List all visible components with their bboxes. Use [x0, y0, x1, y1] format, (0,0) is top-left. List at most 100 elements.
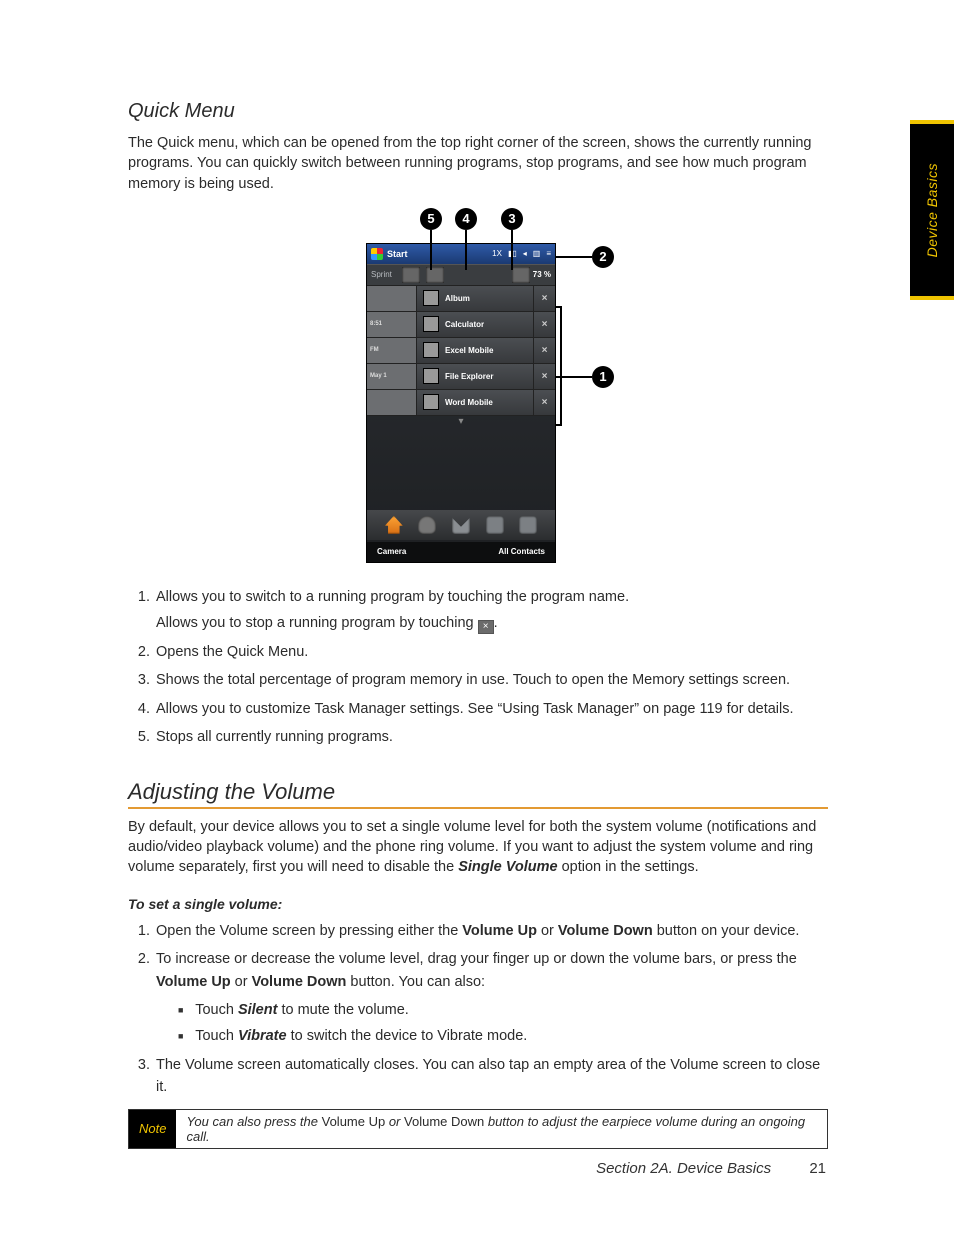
app-row: Album ×: [367, 286, 555, 312]
internet-icon: [519, 516, 537, 534]
app-row: FM Excel Mobile ×: [367, 338, 555, 364]
callout-4: 4: [455, 208, 477, 230]
text: button. You can also:: [346, 974, 485, 990]
close-icon: ×: [533, 312, 555, 337]
lead-line: [430, 230, 432, 270]
step-1: Open the Volume screen by pressing eithe…: [154, 920, 828, 942]
heading-quick-menu: Quick Menu: [128, 100, 828, 123]
volume-up-term: Volume Up: [322, 1114, 386, 1129]
bullet-silent: Touch Silent to mute the volume.: [178, 999, 828, 1021]
status-1x-icon: 1X: [492, 249, 502, 258]
note-tag: Note: [129, 1110, 176, 1148]
messages-icon: [452, 516, 470, 534]
page-footer: Section 2A. Device Basics 21: [596, 1160, 826, 1177]
lead-line: [465, 230, 467, 270]
legend-text: Allows you to stop a running program by …: [156, 615, 478, 631]
phone-screenshot: Start 1X ▮▯ ◂ ▥ ≡ Sprint 73 %: [366, 243, 556, 563]
status-battery-icon: ▥: [533, 249, 541, 258]
volume-down-term: Volume Down: [404, 1114, 484, 1129]
lead-line: [556, 256, 592, 258]
chevron-down-icon: ▾: [367, 416, 555, 426]
quick-menu-legend: Allows you to switch to a running progra…: [128, 586, 828, 749]
legend-item-1: Allows you to switch to a running progra…: [154, 586, 828, 635]
app-row: May 1 File Explorer ×: [367, 364, 555, 390]
step-2-bullets: Touch Silent to mute the volume. Touch V…: [156, 999, 828, 1048]
legend-item-2: Opens the Quick Menu.: [154, 641, 828, 663]
phone-softkey-bar: Camera All Contacts: [367, 542, 555, 562]
excel-icon: [423, 342, 439, 358]
home-slice: May 1: [367, 364, 417, 389]
callout-5: 5: [420, 208, 442, 230]
close-icon: ×: [478, 620, 494, 634]
status-speaker-icon: ◂: [523, 249, 527, 258]
volume-up-term: Volume Up: [462, 923, 537, 939]
app-row: Word Mobile ×: [367, 390, 555, 416]
text: or: [537, 923, 558, 939]
close-icon: ×: [533, 390, 555, 415]
close-icon: ×: [533, 338, 555, 363]
lead-bracket: [556, 306, 562, 308]
quick-menu-app-list: Album × 8:51 Calculator × FM Excel Mobil…: [367, 286, 555, 426]
bullet-vibrate: Touch Vibrate to switch the device to Vi…: [178, 1025, 828, 1047]
app-row: 8:51 Calculator ×: [367, 312, 555, 338]
lead-line: [511, 230, 513, 270]
close-icon: ×: [533, 364, 555, 389]
close-icon: ×: [533, 286, 555, 311]
quick-menu-paragraph: The Quick menu, which can be opened from…: [128, 133, 828, 194]
legend-item-4: Allows you to customize Task Manager set…: [154, 698, 828, 720]
softkey-left: Camera: [377, 547, 406, 556]
app-label: Calculator: [445, 320, 533, 329]
volume-steps: Open the Volume screen by pressing eithe…: [128, 920, 828, 1099]
phone-tab-bar: [367, 510, 555, 540]
legend-item-3: Shows the total percentage of program me…: [154, 669, 828, 691]
mail-icon: [486, 516, 504, 534]
volume-up-term: Volume Up: [156, 974, 231, 990]
wrench-icon: [426, 267, 444, 283]
softkey-right: All Contacts: [498, 547, 545, 556]
text: option in the settings.: [558, 859, 699, 875]
text: or: [385, 1114, 404, 1129]
text: button on your device.: [653, 923, 800, 939]
callout-3: 3: [501, 208, 523, 230]
note-box: Note You can also press the Volume Up or…: [128, 1109, 828, 1149]
single-volume-term: Single Volume: [458, 859, 557, 875]
step-3: The Volume screen automatically closes. …: [154, 1054, 828, 1099]
carrier-label: Sprint: [371, 270, 392, 279]
page-content: Quick Menu The Quick menu, which can be …: [128, 100, 828, 1149]
status-quickmenu-icon: ≡: [546, 249, 551, 258]
stop-all-icon: [402, 267, 420, 283]
home-icon: [385, 516, 403, 534]
lead-bracket: [560, 306, 562, 426]
legend-text: Allows you to switch to a running progra…: [156, 589, 629, 605]
app-label: Album: [445, 294, 533, 303]
note-text: You can also press the Volume Up or Volu…: [176, 1110, 827, 1148]
text: to mute the volume.: [277, 1002, 408, 1018]
callout-1: 1: [592, 366, 614, 388]
legend-text: .: [494, 615, 498, 631]
phone-toolbar: Sprint 73 %: [367, 264, 555, 286]
home-slice: [367, 286, 417, 311]
memory-percent: 73 %: [533, 270, 551, 279]
text: Open the Volume screen by pressing eithe…: [156, 923, 462, 939]
word-icon: [423, 394, 439, 410]
windows-flag-icon: [371, 248, 383, 260]
text: Touch: [195, 1002, 238, 1018]
home-slice: [367, 390, 417, 415]
volume-paragraph: By default, your device allows you to se…: [128, 817, 828, 878]
home-slice: FM: [367, 338, 417, 363]
text: Touch: [195, 1028, 238, 1044]
phone-topbar: Start 1X ▮▯ ◂ ▥ ≡: [367, 244, 555, 264]
text: To increase or decrease the volume level…: [156, 951, 797, 967]
album-icon: [423, 290, 439, 306]
volume-sub-instruction: To set a single volume:: [128, 896, 828, 912]
file-explorer-icon: [423, 368, 439, 384]
text: to switch the device to Vibrate mode.: [287, 1028, 528, 1044]
side-tab: Device Basics: [910, 120, 954, 300]
legend-subline: Allows you to stop a running program by …: [156, 612, 828, 634]
calculator-icon: [423, 316, 439, 332]
heading-adjusting-volume: Adjusting the Volume: [128, 779, 828, 809]
quick-menu-figure: 5 4 3 2 1 Start 1X ▮▯ ◂ ▥ ≡: [308, 208, 648, 568]
start-label: Start: [387, 249, 408, 259]
app-label: File Explorer: [445, 372, 533, 381]
home-slice: 8:51: [367, 312, 417, 337]
